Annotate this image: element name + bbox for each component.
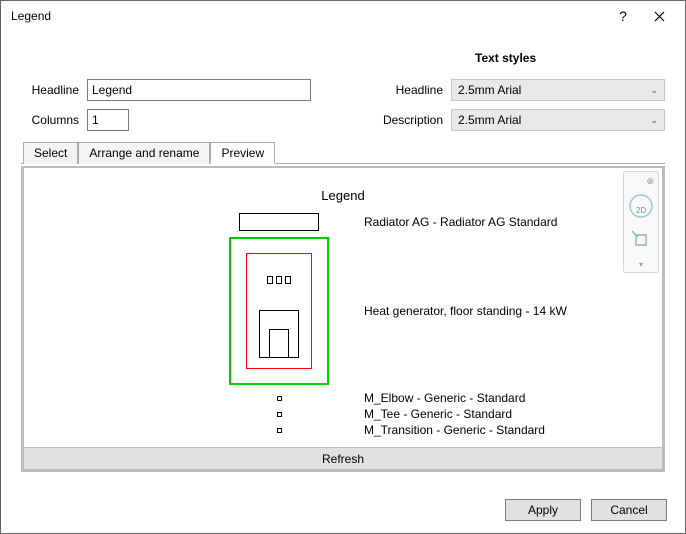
preview-frame: ⊗ 2D ▾ Legend Radiator AG - R bbox=[21, 166, 665, 472]
refresh-button[interactable]: Refresh bbox=[24, 447, 662, 469]
close-icon bbox=[654, 11, 665, 22]
chevron-down-icon[interactable]: ▾ bbox=[639, 260, 643, 268]
ts-desc-combo[interactable]: 2.5mm Arial ⌄ bbox=[451, 109, 665, 131]
ts-headline-combo[interactable]: 2.5mm Arial ⌄ bbox=[451, 79, 665, 101]
cancel-button[interactable]: Cancel bbox=[591, 499, 667, 521]
legend-label: M_Elbow - Generic - Standard bbox=[364, 391, 525, 405]
columns-label: Columns bbox=[21, 113, 79, 127]
legend-label: M_Transition - Generic - Standard bbox=[364, 423, 545, 437]
symbol-heat-generator bbox=[224, 237, 334, 385]
headline-input[interactable] bbox=[87, 79, 311, 101]
legend-title: Legend bbox=[24, 188, 662, 203]
chevron-down-icon: ⌄ bbox=[650, 115, 658, 126]
legend-label: M_Tee - Generic - Standard bbox=[364, 407, 512, 421]
pan-icon[interactable] bbox=[627, 226, 655, 254]
ts-desc-value: 2.5mm Arial bbox=[458, 113, 521, 127]
headline-label: Headline bbox=[21, 83, 79, 97]
legend-row: M_Tee - Generic - Standard bbox=[224, 407, 662, 421]
help-button[interactable]: ? bbox=[605, 2, 641, 30]
legend-row: M_Transition - Generic - Standard bbox=[224, 423, 662, 437]
apply-button[interactable]: Apply bbox=[505, 499, 581, 521]
ts-desc-label: Description bbox=[379, 113, 443, 127]
chevron-down-icon: ⌄ bbox=[650, 85, 658, 96]
ts-headline-label: Headline bbox=[379, 83, 443, 97]
dialog-content: Text styles Headline Headline 2.5mm Aria… bbox=[1, 31, 685, 482]
preview-canvas[interactable]: ⊗ 2D ▾ Legend Radiator AG - R bbox=[24, 168, 662, 447]
dialog-title: Legend bbox=[11, 9, 605, 23]
tab-preview[interactable]: Preview bbox=[210, 142, 275, 164]
navigation-bar: ⊗ 2D ▾ bbox=[623, 171, 659, 273]
legend-row: M_Elbow - Generic - Standard bbox=[224, 391, 662, 405]
legend-row: Radiator AG - Radiator AG Standard bbox=[224, 213, 662, 231]
svg-text:2D: 2D bbox=[636, 206, 646, 215]
legend-row: Heat generator, floor standing - 14 kW bbox=[224, 237, 662, 385]
dialog-footer: Apply Cancel bbox=[505, 499, 667, 521]
columns-input[interactable] bbox=[87, 109, 129, 131]
ts-headline-value: 2.5mm Arial bbox=[458, 83, 521, 97]
navbar-close-icon[interactable]: ⊗ bbox=[646, 176, 654, 186]
titlebar: Legend ? bbox=[1, 1, 685, 31]
symbol-transition bbox=[224, 428, 334, 433]
tab-select[interactable]: Select bbox=[23, 142, 78, 164]
legend-items: Radiator AG - Radiator AG Standard He bbox=[24, 203, 662, 437]
view-mode-2d-icon[interactable]: 2D bbox=[627, 192, 655, 220]
legend-label: Radiator AG - Radiator AG Standard bbox=[364, 215, 557, 229]
tabstrip: Select Arrange and rename Preview bbox=[21, 141, 665, 164]
legend-label: Heat generator, floor standing - 14 kW bbox=[364, 304, 567, 318]
tab-arrange-and-rename[interactable]: Arrange and rename bbox=[78, 142, 210, 164]
legend-dialog: Legend ? Text styles Headline Headline 2… bbox=[0, 0, 686, 534]
close-button[interactable] bbox=[641, 2, 677, 30]
text-styles-heading: Text styles bbox=[475, 51, 536, 65]
symbol-elbow bbox=[224, 396, 334, 401]
symbol-tee bbox=[224, 412, 334, 417]
symbol-radiator bbox=[224, 213, 334, 231]
